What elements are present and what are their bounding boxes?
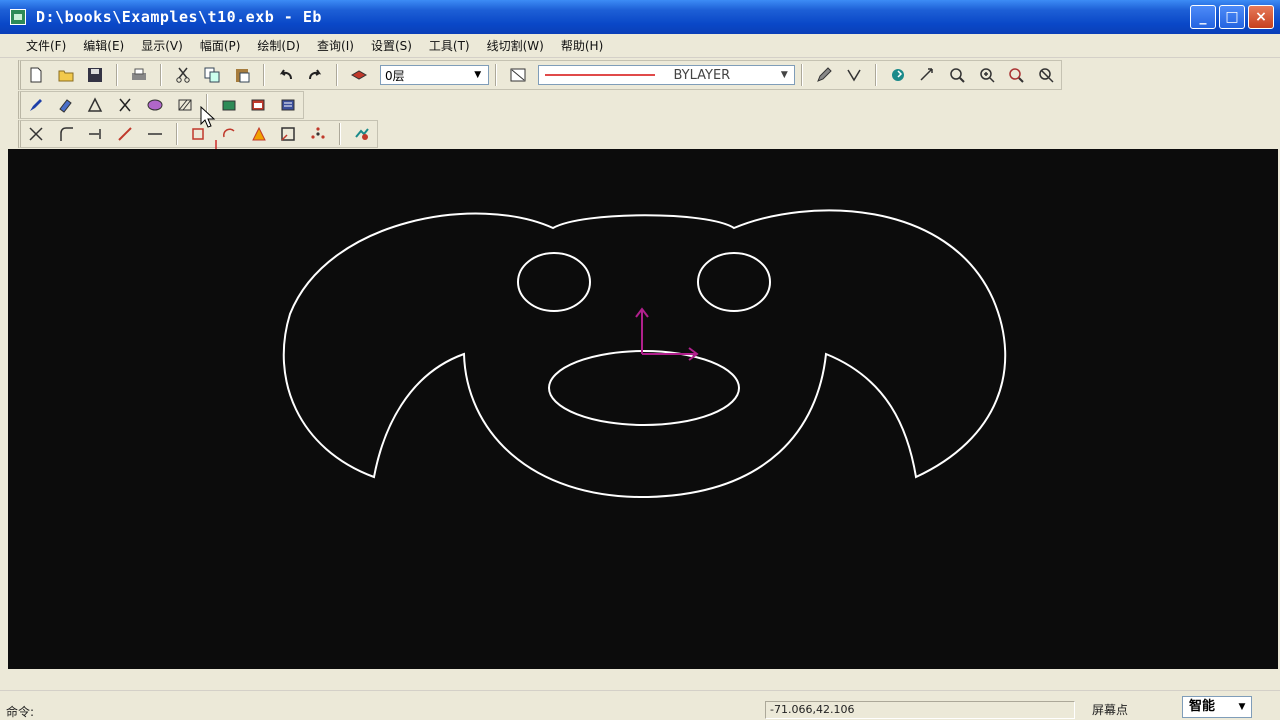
layer-dropdown[interactable]: 0层 ▼: [380, 65, 489, 85]
linetype-sample-line: [545, 74, 656, 76]
line-icon[interactable]: [143, 122, 167, 146]
scissors-icon[interactable]: [113, 93, 137, 117]
toolbar-separator: [874, 64, 877, 86]
snap-mode-label[interactable]: 屏幕点: [1092, 701, 1172, 718]
print-icon[interactable]: [127, 63, 151, 87]
eraser-icon[interactable]: [54, 93, 78, 117]
open-folder-icon[interactable]: [54, 63, 78, 87]
layer-value: 0层: [385, 68, 405, 83]
minimize-button[interactable]: _: [1190, 5, 1216, 29]
trim-icon[interactable]: [24, 122, 48, 146]
fillet-icon[interactable]: [54, 122, 78, 146]
menu-view[interactable]: 显示(V): [141, 37, 183, 54]
zoom-extents-icon[interactable]: [1034, 63, 1058, 87]
chevron-down-icon[interactable]: ▼: [470, 66, 486, 84]
mouth: [548, 350, 740, 426]
chevron-down-icon[interactable]: ▼: [776, 66, 792, 84]
status-bar: 命令: -71.066,42.106 屏幕点: [0, 690, 1280, 720]
toolbar-separator: [176, 123, 179, 145]
coordinate-readout: -71.066,42.106: [765, 701, 1075, 719]
toolbar-separator: [336, 64, 339, 86]
linetype-icon[interactable]: [506, 63, 530, 87]
snap-mode-dropdown[interactable]: 智能 ▼: [1182, 696, 1252, 718]
edit-toolbar: [18, 91, 304, 119]
menu-settings[interactable]: 设置(S): [371, 37, 412, 54]
menu-file[interactable]: 文件(F): [26, 37, 66, 54]
paste-icon[interactable]: [230, 63, 254, 87]
copy-icon[interactable]: [201, 63, 225, 87]
window-controls: _ □ ×: [1190, 5, 1274, 29]
image-icon[interactable]: [246, 93, 270, 117]
array-icon[interactable]: [306, 122, 330, 146]
linetype-dropdown[interactable]: BYLAYER ▼: [538, 65, 796, 85]
title-bar[interactable]: D:\books\Examples\t10.exb - Eb _ □ ×: [0, 0, 1280, 34]
maximize-button[interactable]: □: [1219, 5, 1245, 29]
insert-icon[interactable]: [217, 93, 241, 117]
pencil-icon[interactable]: [812, 63, 836, 87]
properties-icon[interactable]: [276, 93, 300, 117]
zoom-previous-icon[interactable]: [1005, 63, 1029, 87]
refresh-icon[interactable]: [886, 63, 910, 87]
hatch-icon[interactable]: [173, 93, 197, 117]
block-icon[interactable]: [143, 93, 167, 117]
drawing-canvas[interactable]: [8, 149, 1278, 669]
toolbar-separator: [262, 64, 265, 86]
left-eye: [517, 252, 591, 312]
brush-icon[interactable]: [24, 93, 48, 117]
close-button[interactable]: ×: [1248, 5, 1274, 29]
mouse-pointer-icon: [200, 106, 216, 128]
cut-icon[interactable]: [171, 63, 195, 87]
app-window: D:\books\Examples\t10.exb - Eb _ □ × 文件(…: [0, 0, 1280, 720]
break-icon[interactable]: [113, 122, 137, 146]
app-icon[interactable]: [10, 9, 26, 25]
drawing-svg: [282, 209, 1007, 499]
toolbar-separator: [159, 64, 162, 86]
menu-tools[interactable]: 工具(T): [429, 37, 470, 54]
undo-icon[interactable]: [274, 63, 298, 87]
redo-icon[interactable]: [304, 63, 328, 87]
mirror-icon[interactable]: [247, 122, 271, 146]
menu-page[interactable]: 幅面(P): [200, 37, 241, 54]
zoom-in-icon[interactable]: [975, 63, 999, 87]
pan-icon[interactable]: [915, 63, 939, 87]
scale-icon[interactable]: [277, 122, 301, 146]
standard-toolbar: 0层 ▼ BYLAYER ▼: [18, 60, 1062, 90]
command-prompt-label: 命令:: [6, 705, 35, 719]
match-properties-icon[interactable]: [350, 122, 374, 146]
zoom-window-icon[interactable]: [945, 63, 969, 87]
linetype-value: BYLAYER: [673, 67, 731, 83]
chevron-down-icon[interactable]: ▼: [1234, 698, 1250, 716]
menu-wire-cut[interactable]: 线切割(W): [487, 37, 544, 54]
toolbar-separator: [339, 123, 342, 145]
new-file-icon[interactable]: [24, 63, 48, 87]
toolbar-separator: [116, 64, 119, 86]
menu-draw[interactable]: 绘制(D): [257, 37, 300, 54]
menu-edit[interactable]: 编辑(E): [83, 37, 124, 54]
layer-icon[interactable]: [347, 63, 371, 87]
menu-help[interactable]: 帮助(H): [561, 37, 603, 54]
right-eye: [697, 252, 771, 312]
toolbar-separator: [801, 64, 804, 86]
checkmark-icon[interactable]: [842, 63, 866, 87]
menu-bar: 文件(F) 编辑(E) 显示(V) 幅面(P) 绘制(D) 查询(I) 设置(S…: [0, 34, 1280, 58]
snap-mode-value: 智能: [1189, 699, 1216, 714]
triangle-icon[interactable]: [84, 93, 108, 117]
extend-icon[interactable]: [84, 122, 108, 146]
window-title: D:\books\Examples\t10.exb - Eb: [36, 8, 322, 26]
toolbar-separator: [494, 64, 497, 86]
save-icon[interactable]: [83, 63, 107, 87]
menu-query[interactable]: 查询(I): [317, 37, 354, 54]
